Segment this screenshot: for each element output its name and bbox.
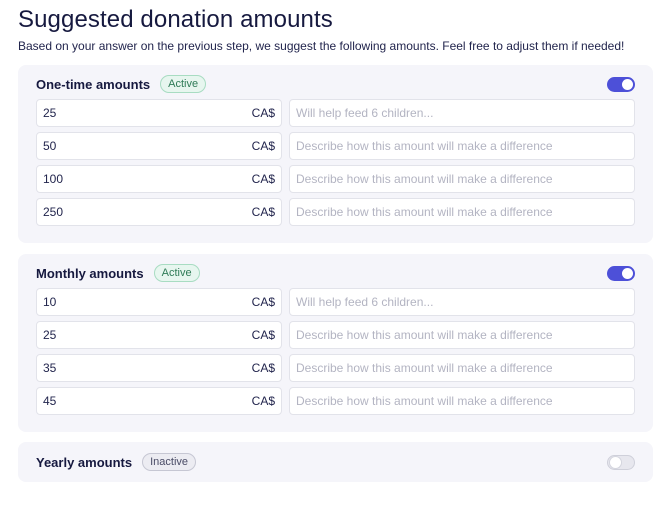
currency-label: CA$ (251, 172, 275, 186)
amount-value: 25 (43, 106, 57, 120)
amount-field[interactable]: 100 CA$ (36, 165, 282, 193)
currency-label: CA$ (251, 106, 275, 120)
amount-value: 25 (43, 328, 57, 342)
page-title: Suggested donation amounts (18, 6, 333, 33)
page-subtitle: Based on your answer on the previous ste… (18, 39, 625, 53)
section-header: Yearly amounts Inactive (36, 442, 635, 482)
currency-label: CA$ (251, 394, 275, 408)
amount-row: 35 CA$ (36, 354, 635, 382)
section-header: Monthly amounts Active (36, 254, 635, 292)
description-input[interactable] (289, 387, 635, 415)
currency-label: CA$ (251, 205, 275, 219)
currency-label: CA$ (251, 139, 275, 153)
amount-row: 50 CA$ (36, 132, 635, 160)
section-title: Yearly amounts (36, 454, 133, 470)
section-title: One-time amounts (36, 76, 151, 92)
toggle-knob (622, 79, 633, 90)
toggle-knob (622, 268, 633, 279)
amount-field[interactable]: 50 CA$ (36, 132, 282, 160)
section-title: Monthly amounts (36, 265, 144, 281)
description-input[interactable] (289, 321, 635, 349)
description-input[interactable] (289, 99, 635, 127)
status-badge: Active (153, 264, 200, 282)
amount-value: 10 (43, 295, 57, 309)
status-badge: Active (160, 75, 207, 93)
description-input[interactable] (289, 288, 635, 316)
amount-row: 100 CA$ (36, 165, 635, 193)
description-input[interactable] (289, 198, 635, 226)
amount-row: 45 CA$ (36, 387, 635, 415)
description-input[interactable] (289, 354, 635, 382)
amount-value: 250 (43, 205, 64, 219)
amount-value: 45 (43, 394, 57, 408)
section-header: One-time amounts Active (36, 65, 635, 103)
amount-field[interactable]: 45 CA$ (36, 387, 282, 415)
amount-field[interactable]: 25 CA$ (36, 99, 282, 127)
currency-label: CA$ (251, 361, 275, 375)
amount-field[interactable]: 35 CA$ (36, 354, 282, 382)
description-input[interactable] (289, 165, 635, 193)
amount-row: 25 CA$ (36, 321, 635, 349)
amount-field[interactable]: 250 CA$ (36, 198, 282, 226)
description-input[interactable] (289, 132, 635, 160)
amount-value: 35 (43, 361, 57, 375)
amount-row: 10 CA$ (36, 288, 635, 316)
currency-label: CA$ (251, 295, 275, 309)
amount-value: 100 (43, 172, 64, 186)
section-yearly: Yearly amounts Inactive (18, 442, 653, 482)
donation-amounts-page: Suggested donation amounts Based on your… (0, 0, 670, 510)
status-badge: Inactive (142, 453, 197, 471)
toggle-knob (610, 457, 621, 468)
monthly-toggle[interactable] (607, 266, 635, 281)
amount-value: 50 (43, 139, 57, 153)
amount-field[interactable]: 25 CA$ (36, 321, 282, 349)
amount-field[interactable]: 10 CA$ (36, 288, 282, 316)
section-monthly: Monthly amounts Active 10 CA$ 25 CA$ 35 CA$… (18, 254, 653, 432)
section-one-time: One-time amounts Active 25 CA$ 50 CA$ 100 C… (18, 65, 653, 243)
yearly-toggle[interactable] (607, 455, 635, 470)
amount-row: 25 CA$ (36, 99, 635, 127)
one-time-toggle[interactable] (607, 77, 635, 92)
currency-label: CA$ (251, 328, 275, 342)
amount-row: 250 CA$ (36, 198, 635, 226)
